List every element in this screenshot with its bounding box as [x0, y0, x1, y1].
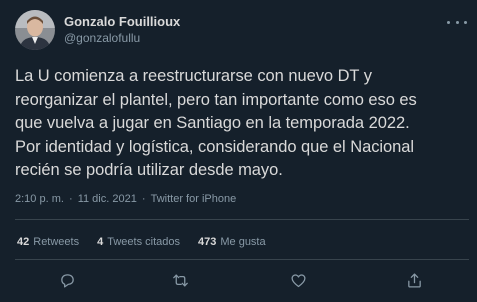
retweets-label: Retweets: [33, 236, 80, 248]
tweet-stats: 42 Retweets 4 Tweets citados 473 Me gusta: [17, 236, 284, 248]
avatar[interactable]: [15, 10, 55, 50]
likes-stat[interactable]: 473 Me gusta: [198, 236, 266, 248]
retweet-icon[interactable]: [168, 268, 192, 292]
tweet-source[interactable]: Twitter for iPhone: [151, 193, 237, 205]
tweet-card: Gonzalo Fouillioux @gonzalofullu La U co…: [0, 0, 477, 302]
divider: [15, 259, 469, 260]
reply-icon[interactable]: [55, 268, 79, 292]
display-name[interactable]: Gonzalo Fouillioux: [64, 14, 180, 30]
retweets-count: 42: [17, 236, 30, 248]
tweet-header: Gonzalo Fouillioux @gonzalofullu: [15, 10, 180, 50]
action-bar: [0, 268, 477, 292]
tweet-meta: 2:10 p. m. · 11 dic. 2021 · Twitter for …: [15, 193, 237, 205]
likes-count: 473: [198, 236, 217, 248]
retweets-stat[interactable]: 42 Retweets: [17, 236, 79, 248]
tweet-text: La U comienza a reestructurarse con nuev…: [15, 67, 417, 179]
quotes-stat[interactable]: 4 Tweets citados: [97, 236, 180, 248]
heart-icon[interactable]: [286, 268, 310, 292]
user-handle[interactable]: @gonzalofullu: [64, 30, 180, 46]
quotes-count: 4: [97, 236, 104, 248]
divider: [15, 219, 469, 220]
more-icon[interactable]: [447, 16, 467, 28]
tweet-date[interactable]: 11 dic. 2021: [78, 193, 137, 205]
quotes-label: Tweets citados: [107, 236, 180, 248]
likes-label: Me gusta: [220, 236, 266, 248]
tweet-time[interactable]: 2:10 p. m.: [15, 193, 64, 205]
share-icon[interactable]: [402, 268, 426, 292]
user-names: Gonzalo Fouillioux @gonzalofullu: [64, 14, 180, 46]
